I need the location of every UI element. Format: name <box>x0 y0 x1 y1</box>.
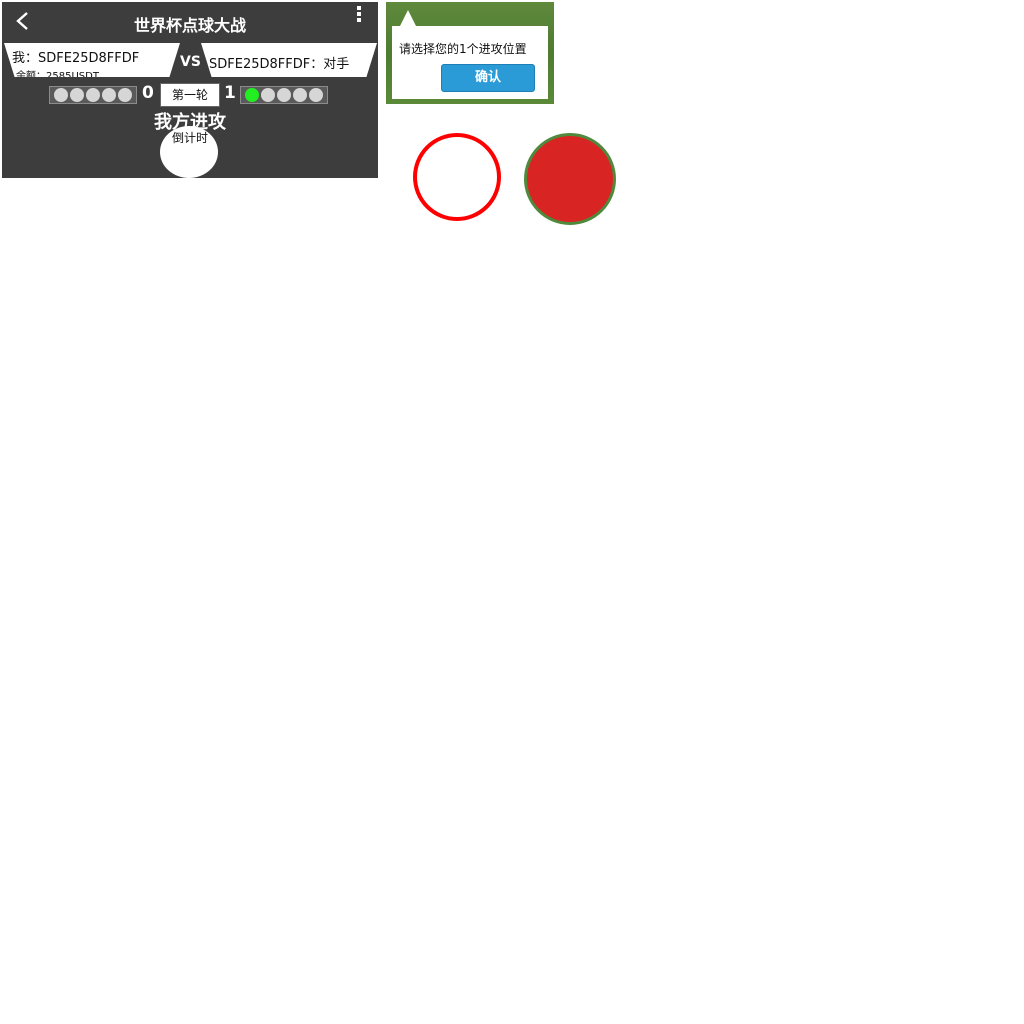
goal-dot <box>245 88 259 102</box>
my-player-card: 我：SDFE25D8FFDF 余额：2585USDT <box>4 43 180 77</box>
pending-dot <box>70 88 84 102</box>
pending-dot <box>102 88 116 102</box>
my-player-id: 我：SDFE25D8FFDF <box>12 51 140 66</box>
pending-dot <box>309 88 323 102</box>
field-background: 请选择您的1个进攻位置 确认 <box>386 2 554 104</box>
opponent-score: 1 <box>224 83 236 103</box>
target-selected[interactable] <box>524 133 616 225</box>
pending-dot <box>261 88 275 102</box>
opponent-shot-indicators <box>240 86 328 104</box>
pending-dot <box>118 88 132 102</box>
opponent-player-card: SDFE25D8FFDF：对手 <box>201 43 377 77</box>
round-button[interactable]: 第一轮 <box>160 83 220 107</box>
my-balance: 余额：2585USDT <box>16 71 99 82</box>
kebab-menu-icon[interactable] <box>354 6 364 26</box>
my-shot-indicators <box>49 86 137 104</box>
confirm-button[interactable]: 确认 <box>441 64 535 92</box>
page-title: 世界杯点球大战 <box>133 16 246 35</box>
pending-dot <box>86 88 100 102</box>
pending-dot <box>54 88 68 102</box>
dialog-message: 请选择您的1个进攻位置 <box>399 42 527 56</box>
score-row: 0 第一轮 1 <box>2 82 378 107</box>
opponent-player-id: SDFE25D8FFDF：对手 <box>209 57 350 72</box>
position-prompt-dialog: 请选择您的1个进攻位置 确认 <box>392 26 548 99</box>
top-bar: 世界杯点球大战 <box>2 2 378 42</box>
tooltip-tail <box>400 10 416 26</box>
countdown-label: 倒计时 <box>171 131 208 145</box>
pending-dot <box>277 88 291 102</box>
pending-dot <box>293 88 307 102</box>
my-score: 0 <box>142 83 154 103</box>
target-unselected[interactable] <box>413 133 501 221</box>
vs-label: VS <box>180 54 201 70</box>
game-panel: 世界杯点球大战 我：SDFE25D8FFDF 余额：2585USDT VS SD… <box>2 2 378 178</box>
